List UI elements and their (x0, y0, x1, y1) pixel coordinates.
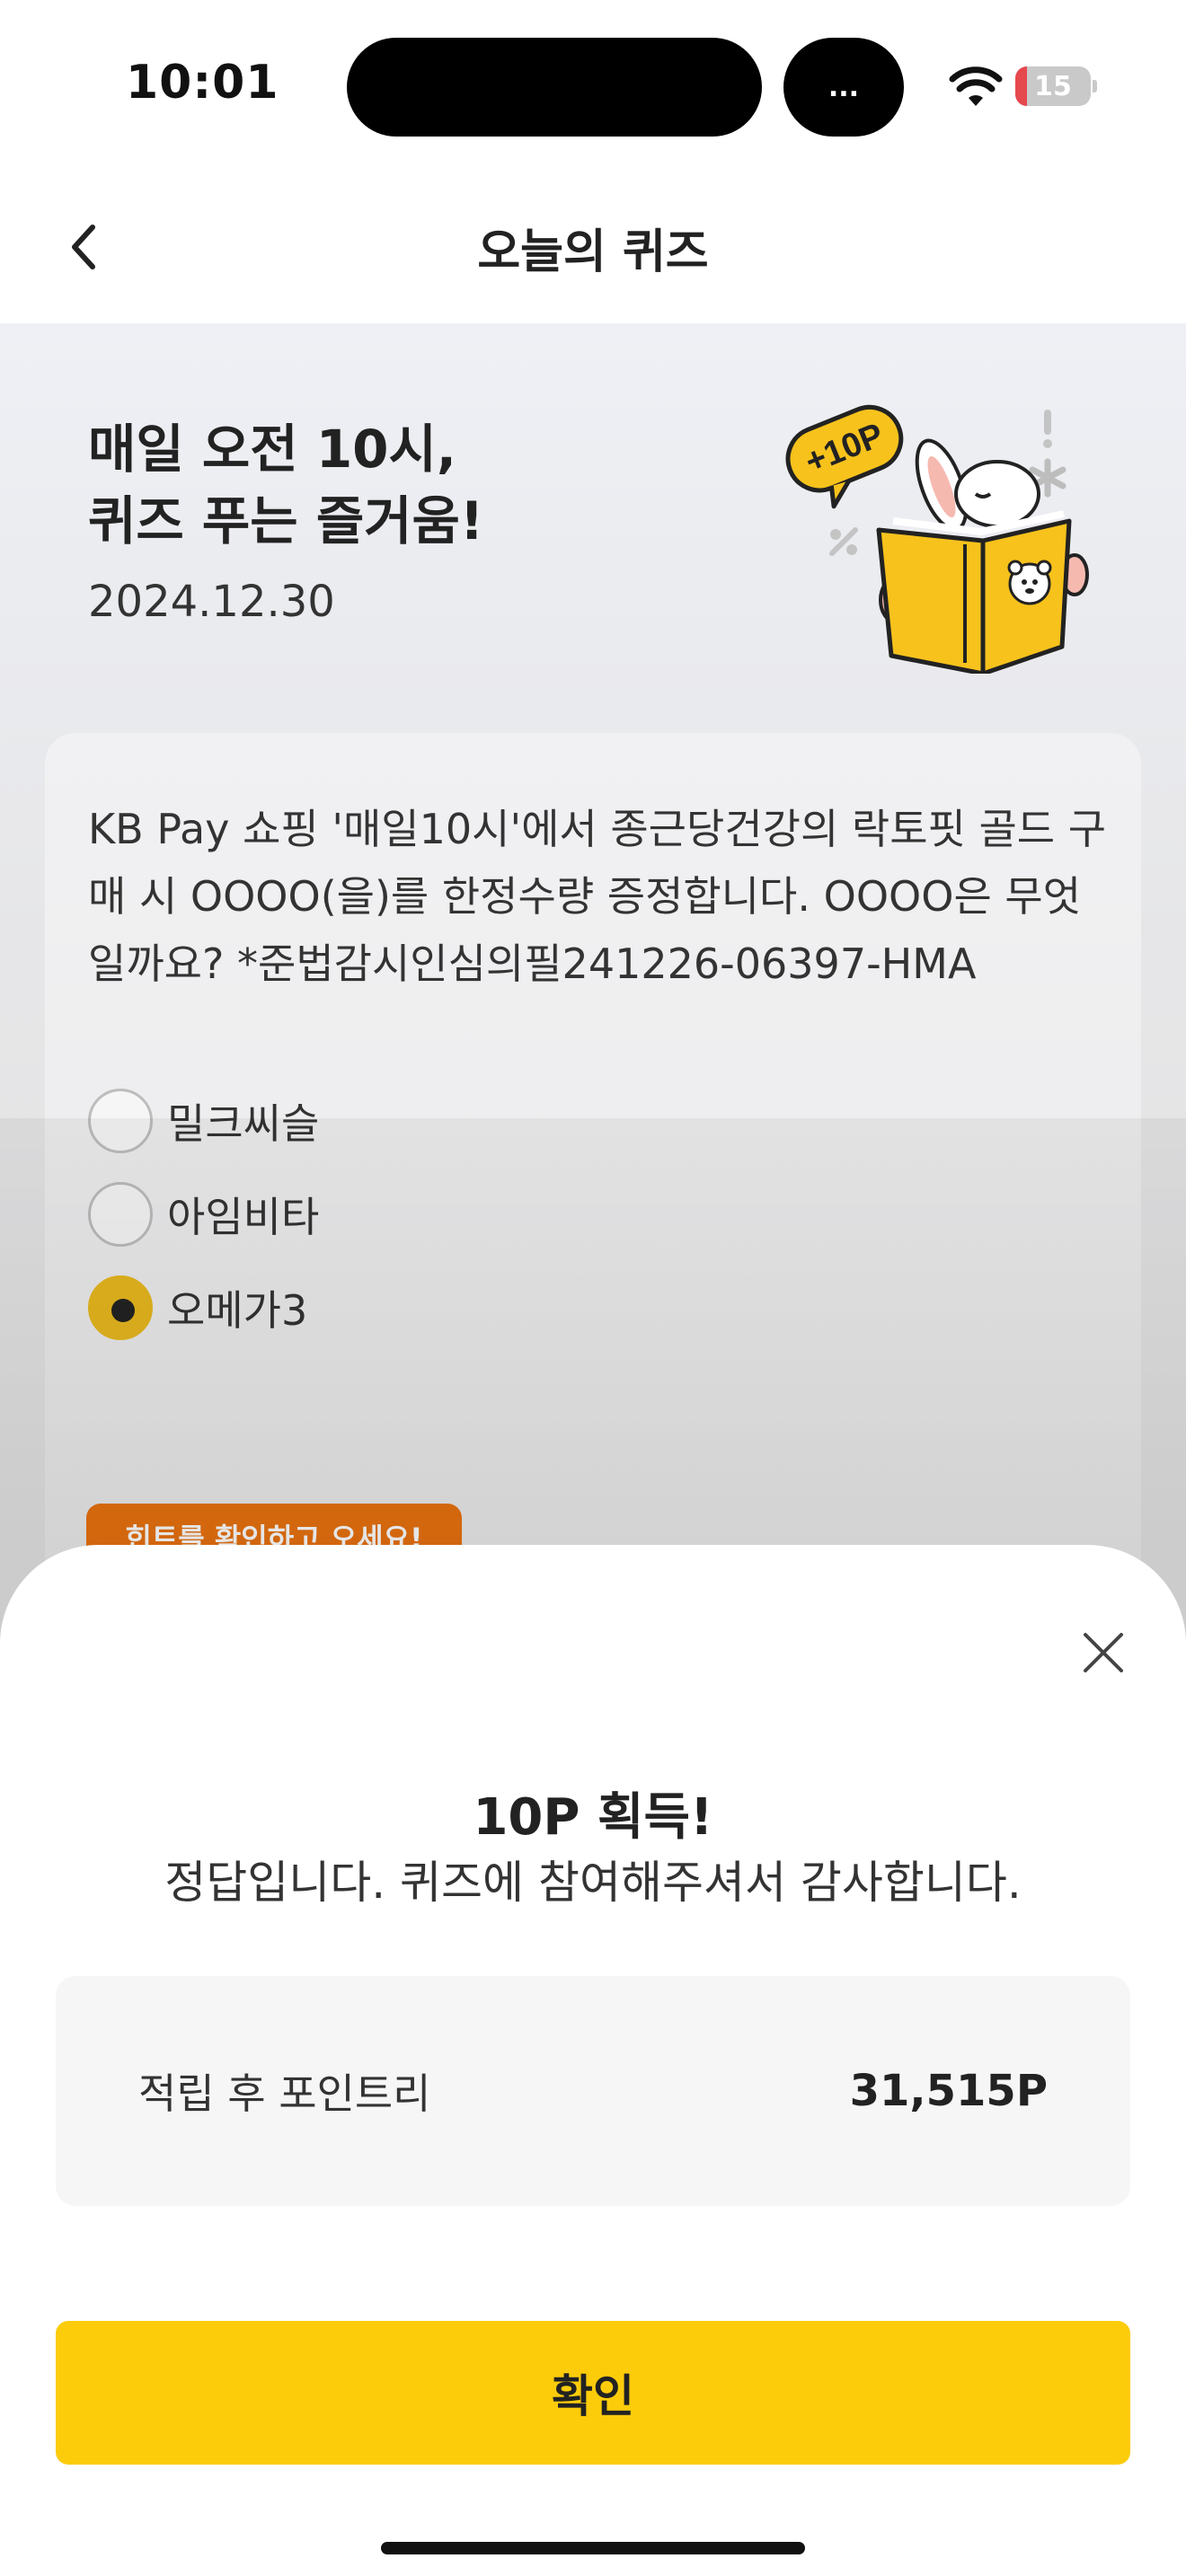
points-value: 31,515P (849, 2066, 1048, 2116)
radio-button[interactable] (88, 1182, 153, 1247)
page-title: 오늘의 퀴즈 (477, 225, 709, 279)
status-bar: 10:01 ... 15 (0, 0, 1186, 171)
hero-heading-line1: 매일 오전 10시, (88, 419, 456, 480)
reward-title: 10P 획득! (473, 1788, 713, 1847)
home-indicator (381, 2542, 805, 2554)
points-label: 적립 후 포인트리 (138, 2069, 431, 2118)
answer-option-3[interactable]: 오메가3 (88, 1261, 319, 1354)
battery-percent: 15 (1034, 70, 1072, 102)
answer-option-label: 밀크씨슬 (167, 1099, 320, 1148)
dynamic-island-activity: ... (783, 38, 904, 137)
answer-option-label: 아임비타 (167, 1193, 320, 1241)
close-button[interactable] (1069, 1619, 1137, 1687)
nav-bar: 오늘의 퀴즈 (0, 171, 1186, 323)
confirm-button[interactable]: 확인 (56, 2321, 1130, 2465)
battery-icon: 15 (1015, 66, 1097, 106)
chevron-left-icon (72, 225, 95, 269)
answer-option-label: 오메가3 (167, 1286, 308, 1335)
answer-option-2[interactable]: 아임비타 (88, 1168, 319, 1261)
hero-heading-line2: 퀴즈 푸는 즐거움! (88, 490, 484, 552)
rabbit-reading-book-illustration: +10P (785, 404, 1089, 674)
quiz-question: KB Pay 쇼핑 '매일10시'에서 종근당건강의 락토핏 골드 구매 시 O… (88, 805, 1107, 988)
quiz-date: 2024.12.30 (88, 577, 335, 627)
close-icon (1084, 1633, 1123, 1672)
reward-message: 정답입니다. 퀴즈에 참여해주셔서 감사합니다. (164, 1857, 1022, 1909)
answer-option-1[interactable]: 밀크씨슬 (88, 1074, 319, 1168)
radio-button-selected[interactable] (88, 1275, 153, 1340)
answer-options: 밀크씨슬 아임비타 오메가3 (88, 1074, 319, 1354)
back-button[interactable] (43, 207, 124, 287)
result-bottom-sheet: 10P 획득! 정답입니다. 퀴즈에 참여해주셔서 감사합니다. 적립 후 포인… (0, 1545, 1186, 2576)
radio-button[interactable] (88, 1089, 153, 1153)
hero-heading: 매일 오전 10시, 퀴즈 푸는 즐거움! (88, 413, 483, 557)
status-time: 10:01 (126, 56, 279, 110)
points-summary: 적립 후 포인트리 31,515P (56, 1976, 1130, 2206)
dynamic-island (347, 38, 762, 137)
wifi-icon (949, 66, 1003, 106)
